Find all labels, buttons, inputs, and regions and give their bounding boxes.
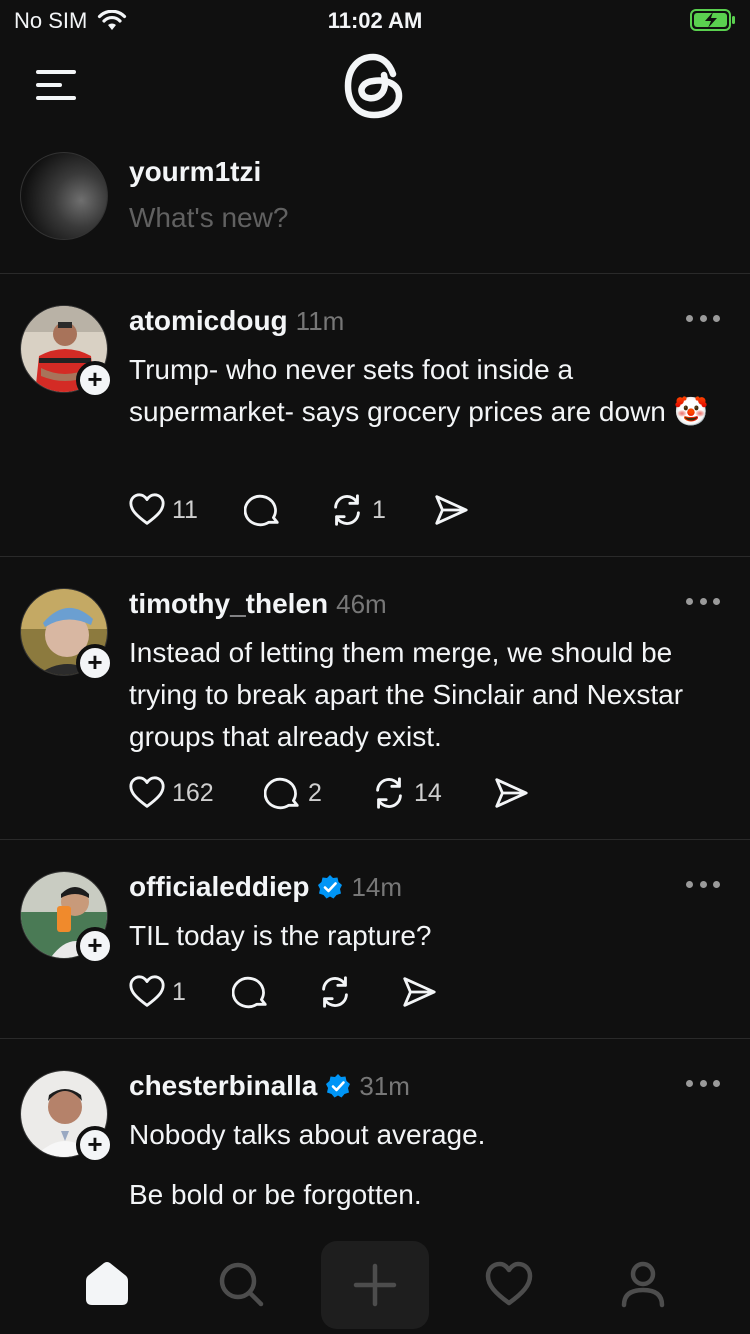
- post-item[interactable]: + atomicdoug 11m Trump- who never sets f…: [0, 275, 750, 557]
- post-username[interactable]: atomicdoug: [129, 305, 288, 337]
- threads-logo-icon[interactable]: [343, 50, 407, 122]
- repost-button[interactable]: 14: [370, 774, 492, 812]
- app-header: [0, 44, 750, 136]
- repost-count: 14: [414, 778, 442, 807]
- post-timestamp: 46m: [336, 588, 387, 619]
- more-options-button[interactable]: [686, 881, 720, 891]
- profile-icon: [621, 1261, 665, 1308]
- post-text: Nobody talks about average. Be bold or b…: [129, 1114, 729, 1216]
- post-timestamp: 31m: [359, 1070, 410, 1101]
- like-count: 11: [172, 495, 198, 524]
- post-paragraph: Nobody talks about average.: [129, 1119, 486, 1150]
- repost-count: 1: [372, 495, 386, 524]
- post-actions: 1: [128, 973, 438, 1011]
- post-item[interactable]: + chesterbinalla 31m Nobody talks about …: [0, 1040, 750, 1234]
- post-actions: 11 1: [128, 491, 470, 529]
- composer-username: yourm1tzi: [129, 156, 262, 187]
- tab-home[interactable]: [79, 1256, 135, 1312]
- tab-activity[interactable]: [481, 1256, 537, 1312]
- clock: 11:02 AM: [327, 8, 423, 33]
- follow-plus-button[interactable]: +: [76, 1126, 114, 1164]
- comment-icon: [264, 777, 299, 810]
- send-icon: [495, 778, 528, 808]
- bottom-tab-bar: [0, 1234, 750, 1334]
- verified-badge-icon: [318, 875, 343, 899]
- post-paragraph: Trump- who never sets foot inside a supe…: [129, 354, 709, 427]
- tab-search[interactable]: [213, 1256, 269, 1312]
- like-button[interactable]: 1: [128, 973, 232, 1011]
- post-text: Instead of letting them merge, we should…: [129, 632, 729, 758]
- repost-icon: [376, 777, 402, 809]
- share-button[interactable]: [432, 491, 470, 529]
- post-header: chesterbinalla 31m: [129, 1070, 410, 1102]
- post-timestamp: 11m: [295, 305, 345, 336]
- like-button[interactable]: 162: [128, 774, 264, 812]
- post-username[interactable]: timothy_thelen: [129, 588, 328, 620]
- follow-plus-button[interactable]: +: [76, 644, 114, 682]
- heart-icon: [485, 1261, 533, 1306]
- like-count: 162: [172, 778, 214, 807]
- post-username[interactable]: chesterbinalla: [129, 1070, 317, 1102]
- post-actions: 162 2 14: [128, 774, 530, 812]
- more-options-button[interactable]: [686, 1080, 720, 1090]
- heart-icon: [129, 975, 165, 1007]
- reply-button[interactable]: [232, 973, 316, 1011]
- post-text: TIL today is the rapture?: [129, 915, 729, 957]
- more-options-button[interactable]: [686, 598, 720, 608]
- plus-icon: [353, 1263, 397, 1307]
- like-button[interactable]: 11: [128, 491, 244, 529]
- home-icon: [86, 1262, 128, 1305]
- reply-button[interactable]: [244, 491, 328, 529]
- post-paragraph: Be bold or be forgotten.: [129, 1179, 422, 1210]
- post-header: officialeddiep 14m: [129, 871, 402, 903]
- comment-icon: [232, 976, 267, 1009]
- post-text: Trump- who never sets foot inside a supe…: [129, 349, 729, 433]
- follow-plus-button[interactable]: +: [76, 361, 114, 399]
- post-item[interactable]: + timothy_thelen 46m Instead of letting …: [0, 558, 750, 840]
- post-header: atomicdoug 11m: [129, 305, 344, 337]
- repost-button[interactable]: 1: [328, 491, 432, 529]
- post-username[interactable]: officialeddiep: [129, 871, 309, 903]
- heart-icon: [129, 493, 165, 525]
- post-item[interactable]: + officialeddiep 14m TIL today is the ra…: [0, 841, 750, 1039]
- search-icon: [219, 1262, 264, 1307]
- new-post-composer[interactable]: yourm1tzi What's new?: [0, 150, 750, 274]
- more-options-button[interactable]: [686, 315, 720, 325]
- share-button[interactable]: [400, 973, 438, 1011]
- post-timestamp: 14m: [351, 871, 403, 902]
- create-post-button[interactable]: [321, 1241, 429, 1329]
- post-header: timothy_thelen 46m: [129, 588, 387, 620]
- heart-icon: [129, 776, 165, 808]
- status-bar: No SIM 11:02 AM: [0, 0, 750, 44]
- composer-placeholder[interactable]: What's new?: [129, 202, 288, 234]
- repost-button[interactable]: [316, 973, 400, 1011]
- comment-icon: [244, 494, 279, 527]
- repost-icon: [322, 976, 348, 1008]
- avatar: [20, 152, 108, 240]
- send-icon: [403, 977, 436, 1007]
- reply-count: 2: [308, 778, 322, 807]
- send-icon: [435, 495, 468, 525]
- share-button[interactable]: [492, 774, 530, 812]
- repost-icon: [334, 494, 360, 526]
- post-paragraph: Instead of letting them merge, we should…: [129, 637, 684, 752]
- follow-plus-button[interactable]: +: [76, 927, 114, 965]
- verified-badge-icon: [326, 1074, 351, 1098]
- menu-button[interactable]: [36, 70, 76, 102]
- battery-charging-icon: [690, 9, 735, 31]
- like-count: 1: [172, 977, 186, 1006]
- reply-button[interactable]: 2: [264, 774, 370, 812]
- tab-profile[interactable]: [615, 1256, 671, 1312]
- post-paragraph: TIL today is the rapture?: [129, 920, 432, 951]
